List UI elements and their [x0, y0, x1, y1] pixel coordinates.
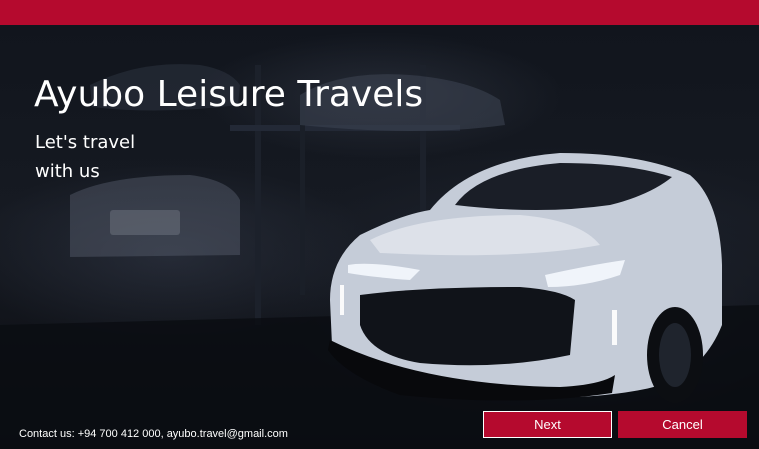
- tagline: Let's travel with us: [35, 128, 135, 186]
- app-window: Ayubo Leisure Travels Let's travel with …: [0, 0, 759, 449]
- tagline-line-1: Let's travel: [35, 132, 136, 153]
- next-button[interactable]: Next: [483, 411, 612, 438]
- tagline-line-2: with us: [35, 161, 100, 182]
- app-title: Ayubo Leisure Travels: [34, 74, 424, 115]
- title-bar: [0, 0, 759, 25]
- cancel-button[interactable]: Cancel: [618, 411, 747, 438]
- contact-info: Contact us: +94 700 412 000, ayubo.trave…: [19, 428, 288, 440]
